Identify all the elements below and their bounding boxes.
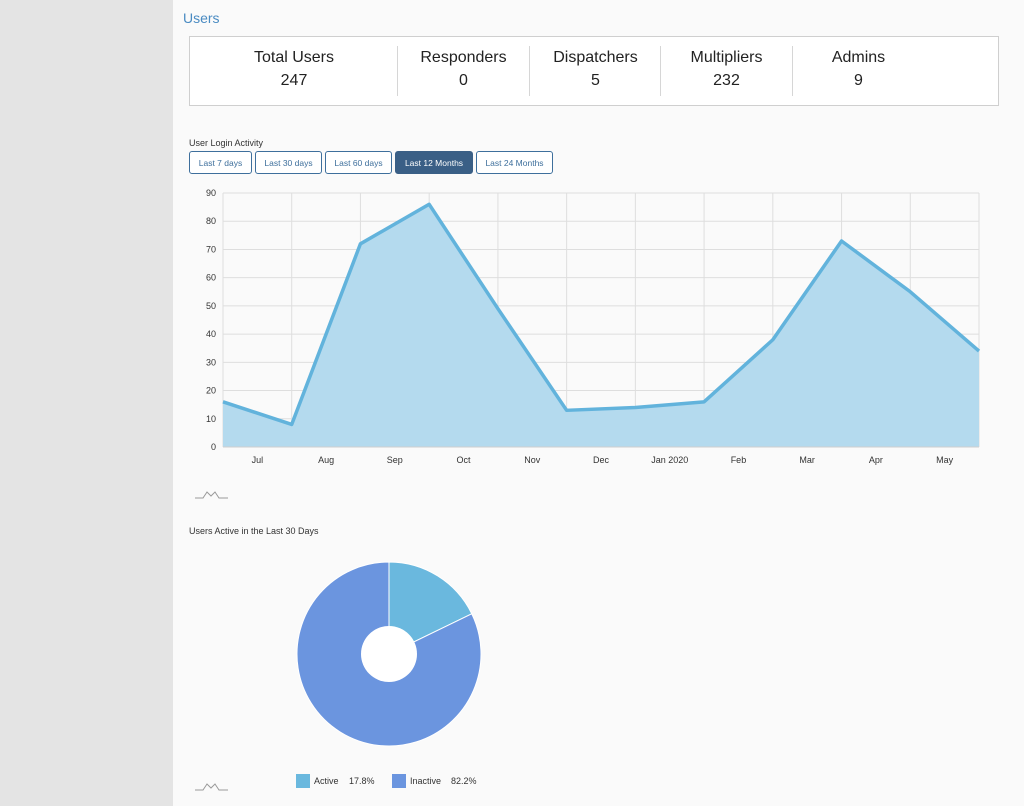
- stat-admins: Admins 9: [793, 37, 924, 105]
- data-point: [427, 202, 431, 206]
- stat-label: Dispatchers: [553, 49, 638, 66]
- data-point: [633, 405, 637, 409]
- stat-total-users: Total Users 247: [190, 37, 398, 105]
- x-tick-label: Dec: [593, 455, 610, 465]
- data-point: [908, 290, 912, 294]
- x-tick-label: Feb: [731, 455, 747, 465]
- range-button-7-days[interactable]: Last 7 days: [189, 151, 252, 174]
- data-point: [702, 400, 706, 404]
- legend-value-inactive: 82.2%: [451, 776, 477, 786]
- login-activity-chart: 0 10 20 30 40 50 60 70 80 90 Jul Aug Sep Oct Nov Dec Jan…: [206, 188, 981, 465]
- user-stats-box: Total Users 247 Responders 0 Dispatchers…: [189, 36, 999, 106]
- y-tick-label: 10: [206, 414, 216, 424]
- active-users-donut-chart: [296, 561, 482, 747]
- active-chart-title: Users Active in the Last 30 Days: [189, 526, 319, 536]
- stat-value: 232: [713, 72, 740, 89]
- data-point: [358, 242, 362, 246]
- data-point: [221, 400, 225, 404]
- y-tick-label: 90: [206, 188, 216, 198]
- stat-label: Admins: [831, 49, 886, 66]
- sparkline-icon: [195, 783, 228, 791]
- x-tick-label: Jul: [252, 455, 264, 465]
- stat-value: 5: [591, 72, 600, 89]
- range-button-12-months[interactable]: Last 12 Months: [395, 151, 473, 174]
- x-tick-label: Jan 2020: [651, 455, 688, 465]
- range-button-30-days[interactable]: Last 30 days: [255, 151, 322, 174]
- stat-dispatchers: Dispatchers 5: [530, 37, 661, 105]
- stat-label: Multipliers: [690, 49, 763, 66]
- stat-label: Total Users: [253, 49, 335, 66]
- stat-value: 247: [280, 72, 308, 89]
- range-button-24-months[interactable]: Last 24 Months: [476, 151, 553, 174]
- legend-label-inactive: Inactive: [410, 776, 442, 786]
- data-point: [290, 422, 294, 426]
- donut-hole: [361, 626, 417, 682]
- data-point: [771, 338, 775, 342]
- x-tick-label: Nov: [524, 455, 541, 465]
- x-tick-label: Mar: [799, 455, 815, 465]
- x-tick-label: May: [936, 455, 954, 465]
- x-tick-label: Sep: [387, 455, 403, 465]
- x-tick-label: Aug: [318, 455, 334, 465]
- x-tick-label: Oct: [457, 455, 472, 465]
- x-tick-label: Apr: [869, 455, 883, 465]
- legend-swatch-inactive: [392, 774, 406, 788]
- data-point: [496, 307, 500, 311]
- y-tick-label: 30: [206, 357, 216, 367]
- legend-swatch-active: [296, 774, 310, 788]
- legend-value-active: 17.8%: [349, 776, 375, 786]
- donut-legend: Active 17.8% Inactive 82.2%: [296, 774, 496, 788]
- sparkline-icon: [195, 491, 228, 499]
- data-point: [977, 349, 981, 353]
- y-tick-label: 70: [206, 244, 216, 254]
- stat-multipliers: Multipliers 232: [661, 37, 792, 105]
- stat-value: 0: [459, 72, 468, 89]
- legend-label-active: Active: [314, 776, 339, 786]
- y-tick-label: 60: [206, 273, 216, 283]
- stat-value: 9: [854, 72, 863, 89]
- users-panel: Users Total Users 247 Responders 0 Dispa…: [173, 0, 1024, 806]
- y-tick-label: 80: [206, 216, 216, 226]
- data-point: [565, 408, 569, 412]
- stat-responders: Responders 0: [398, 37, 529, 105]
- y-tick-label: 20: [206, 386, 216, 396]
- y-tick-label: 40: [206, 329, 216, 339]
- login-chart-title: User Login Activity: [189, 138, 264, 148]
- section-title: Users: [183, 10, 220, 26]
- range-button-60-days[interactable]: Last 60 days: [325, 151, 392, 174]
- data-point: [840, 239, 844, 243]
- stat-label: Responders: [420, 49, 507, 66]
- y-tick-label: 50: [206, 301, 216, 311]
- y-tick-label: 0: [211, 442, 216, 452]
